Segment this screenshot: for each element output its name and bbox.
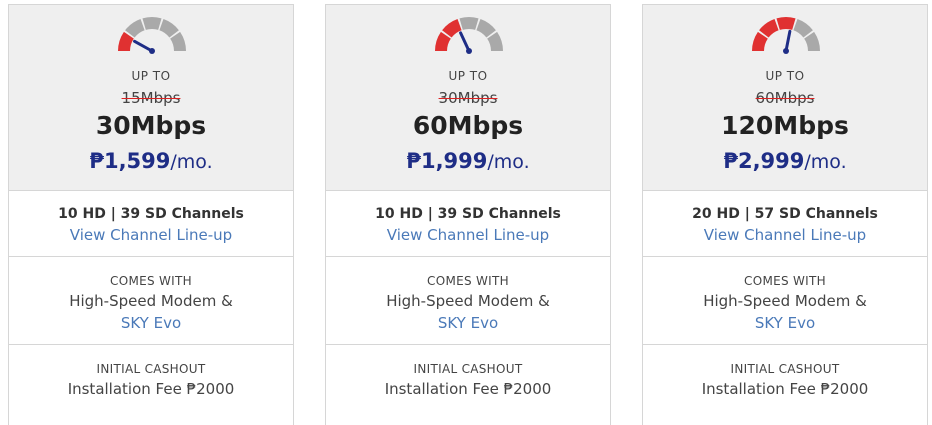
cashout-label: INITIAL CASHOUT: [413, 362, 523, 376]
price-period: /mo.: [487, 151, 530, 173]
comes-with-row: COMES WITH High-Speed Modem & SKY Evo: [9, 257, 293, 345]
price-amount: ₱1,599: [89, 149, 171, 173]
comes-with-label: COMES WITH: [744, 274, 826, 288]
sky-evo-link[interactable]: SKY Evo: [9, 312, 293, 334]
comes-with-row: COMES WITH High-Speed Modem & SKY Evo: [643, 257, 927, 345]
plan-header: UP TO 60Mbps 120Mbps ₱2,999/mo.: [643, 5, 927, 191]
channels-count: 20 HD | 57 SD Channels: [692, 206, 878, 222]
plan-price: ₱2,999/mo.: [643, 149, 927, 173]
price-period: /mo.: [170, 151, 213, 173]
plan-header: UP TO 30Mbps 60Mbps ₱1,999/mo.: [326, 5, 610, 191]
comes-with-row: COMES WITH High-Speed Modem & SKY Evo: [326, 257, 610, 345]
channels-row: 10 HD | 39 SD Channels View Channel Line…: [326, 191, 610, 257]
cashout-text: Installation Fee ₱2000: [384, 380, 552, 398]
sky-evo-link[interactable]: SKY Evo: [326, 312, 610, 334]
plan-card: UP TO 30Mbps 60Mbps ₱1,999/mo. 10 HD | 3…: [325, 4, 611, 425]
gauge-hub: [783, 48, 789, 54]
plan-price: ₱1,999/mo.: [326, 149, 610, 173]
channels-row: 20 HD | 57 SD Channels View Channel Line…: [643, 191, 927, 257]
plan-speed: 120Mbps: [721, 111, 849, 140]
view-channel-lineup-link[interactable]: View Channel Line-up: [643, 224, 927, 246]
plan-speed: 30Mbps: [95, 111, 207, 140]
view-channel-lineup-link[interactable]: View Channel Line-up: [9, 224, 293, 246]
cashout-row: INITIAL CASHOUT Installation Fee ₱2000: [326, 345, 610, 425]
price-amount: ₱2,999: [723, 149, 805, 173]
old-speed: 15Mbps: [121, 89, 181, 107]
view-channel-lineup-link[interactable]: View Channel Line-up: [326, 224, 610, 246]
cashout-row: INITIAL CASHOUT Installation Fee ₱2000: [9, 345, 293, 425]
comes-with-label: COMES WITH: [427, 274, 509, 288]
cashout-row: INITIAL CASHOUT Installation Fee ₱2000: [643, 345, 927, 425]
comes-with-label: COMES WITH: [110, 274, 192, 288]
speedometer-icon: [118, 17, 186, 54]
gauge-hub: [466, 48, 472, 54]
price-period: /mo.: [804, 151, 847, 173]
gauge-segment: [776, 17, 796, 30]
up-to-label: UP TO: [131, 69, 171, 83]
sky-evo-link[interactable]: SKY Evo: [643, 312, 927, 334]
plan-speed: 60Mbps: [412, 111, 524, 140]
up-to-label: UP TO: [765, 69, 805, 83]
gauge-segment: [459, 17, 479, 30]
plans-section: UP TO 15Mbps 30Mbps ₱1,599/mo. 10 HD | 3…: [0, 0, 932, 425]
cashout-text: Installation Fee ₱2000: [67, 380, 235, 398]
cashout-label: INITIAL CASHOUT: [96, 362, 206, 376]
cashout-label: INITIAL CASHOUT: [730, 362, 840, 376]
gauge-segment: [142, 17, 162, 30]
channels-count: 10 HD | 39 SD Channels: [58, 206, 244, 222]
gauge-needle: [133, 39, 154, 53]
old-speed: 60Mbps: [755, 89, 815, 107]
channels-count: 10 HD | 39 SD Channels: [375, 206, 561, 222]
channels-row: 10 HD | 39 SD Channels View Channel Line…: [9, 191, 293, 257]
cashout-text: Installation Fee ₱2000: [701, 380, 869, 398]
plan-card: UP TO 60Mbps 120Mbps ₱2,999/mo. 20 HD | …: [642, 4, 928, 425]
comes-with-text: High-Speed Modem &: [69, 292, 233, 310]
plan-header: UP TO 15Mbps 30Mbps ₱1,599/mo.: [9, 5, 293, 191]
plan-price: ₱1,599/mo.: [9, 149, 293, 173]
old-speed: 30Mbps: [438, 89, 498, 107]
price-amount: ₱1,999: [406, 149, 488, 173]
comes-with-text: High-Speed Modem &: [386, 292, 550, 310]
gauge-hub: [149, 48, 155, 54]
up-to-label: UP TO: [448, 69, 488, 83]
plan-card: UP TO 15Mbps 30Mbps ₱1,599/mo. 10 HD | 3…: [8, 4, 294, 425]
speedometer-icon: [752, 17, 820, 54]
comes-with-text: High-Speed Modem &: [703, 292, 867, 310]
speedometer-icon: [435, 17, 503, 54]
